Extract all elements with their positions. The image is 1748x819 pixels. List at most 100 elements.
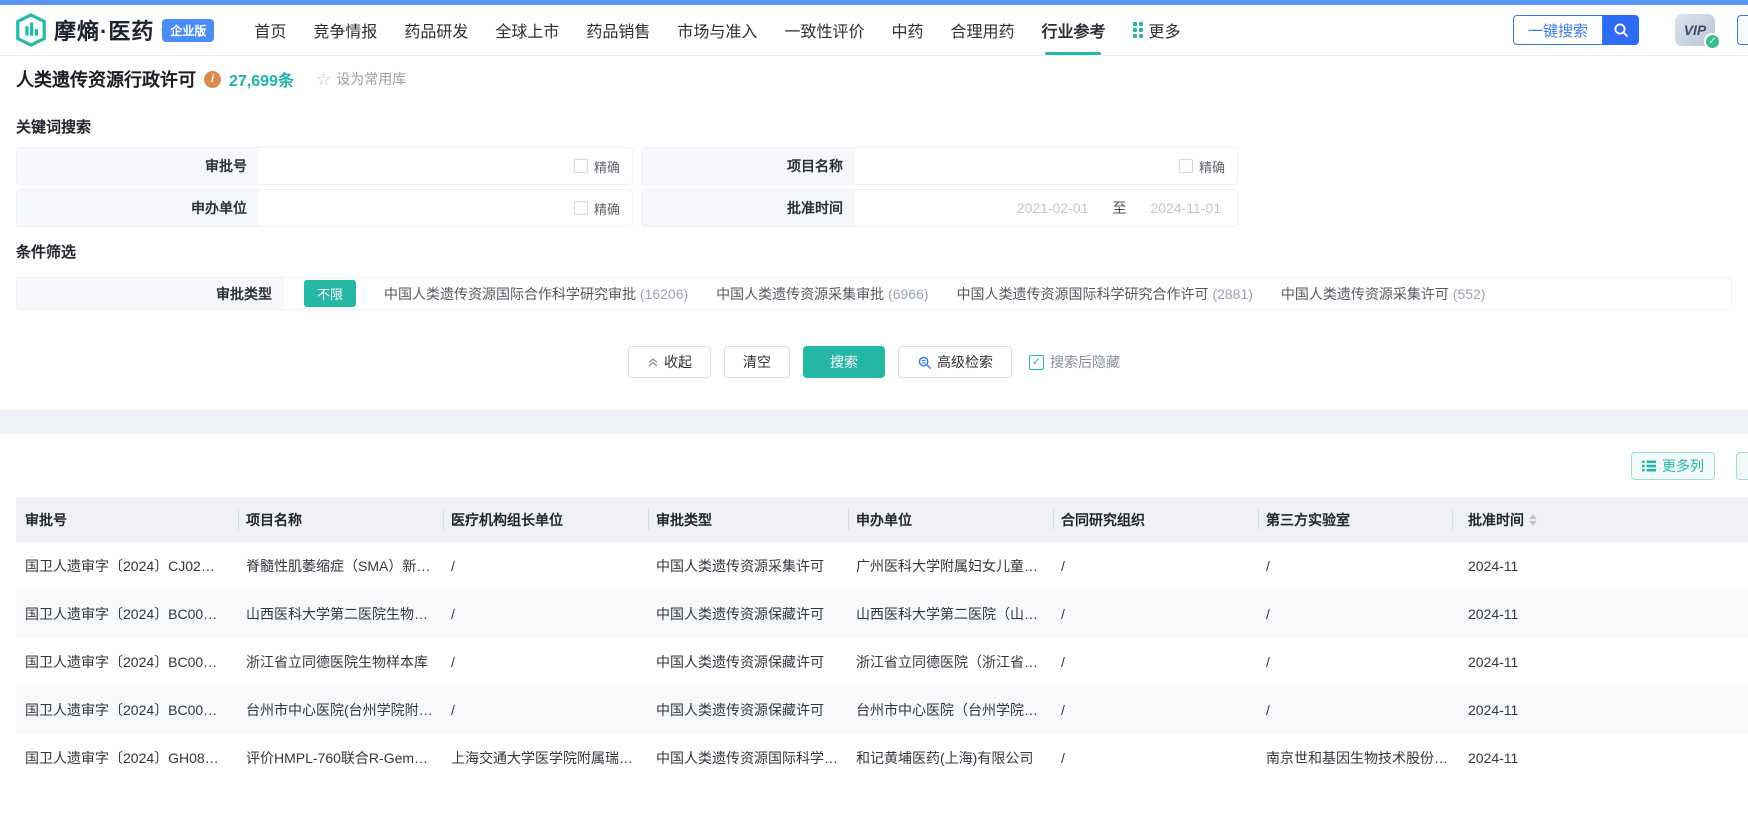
cell-cro: /: [1053, 542, 1258, 590]
nav-item-tcm[interactable]: 中药: [891, 5, 923, 55]
set-favorite[interactable]: ☆ 设为常用库: [316, 69, 406, 89]
exact-label: 精确: [594, 157, 620, 176]
page-title: 人类遗传资源行政许可: [16, 66, 196, 92]
nav-item-more[interactable]: 更多: [1133, 5, 1181, 55]
advanced-search-button[interactable]: 高级检索: [898, 346, 1012, 378]
filter-option-all[interactable]: 不限: [304, 280, 356, 307]
clear-button[interactable]: 清空: [724, 346, 790, 378]
approval-type-label: 审批类型: [17, 278, 284, 309]
filter-option-count: (16206): [640, 286, 688, 302]
info-icon[interactable]: i: [204, 71, 221, 88]
filter-option-collection-permit[interactable]: 中国人类遗传资源采集许可 (552): [1281, 284, 1486, 304]
more-columns-button[interactable]: 更多列: [1631, 452, 1715, 480]
date-from-value[interactable]: 2021-02-01: [1017, 200, 1089, 216]
cell-approval-date: 2024-11: [1452, 542, 1748, 590]
applicant-exact-checkbox[interactable]: [574, 201, 588, 215]
approval-no-input[interactable]: 精确: [259, 148, 632, 184]
main-nav: 摩熵·医药 企业版 首页 竞争情报 药品研发 全球上市 药品销售 市场与准入 一…: [0, 5, 1748, 56]
table-row[interactable]: 国卫人遗审字〔2024〕GH08… 评价HMPL-760联合R-Gem… 上海交…: [16, 734, 1748, 782]
brand-logo-icon: [14, 13, 48, 47]
filter-option-intl-science-coop-permit[interactable]: 中国人类遗传资源国际科学研究合作许可 (2881): [957, 284, 1253, 304]
keyword-search-title: 关键词搜索: [16, 116, 1732, 137]
nav-item-drug-rd[interactable]: 药品研发: [404, 5, 468, 55]
nav-item-home[interactable]: 首页: [254, 5, 286, 55]
cell-lead-medical-institution: /: [443, 590, 648, 638]
more-columns-label: 更多列: [1662, 456, 1704, 476]
nav-more-label: 更多: [1149, 18, 1181, 42]
search-button[interactable]: 搜索: [803, 346, 885, 378]
approval-no-exact: 精确: [574, 157, 620, 176]
approval-type-filter-row: 审批类型 不限 中国人类遗传资源国际合作科学研究审批 (16206) 中国人类遗…: [16, 277, 1732, 310]
nav-item-industry-reference[interactable]: 行业参考: [1041, 5, 1105, 55]
filter-option-label: 中国人类遗传资源采集审批: [716, 286, 884, 302]
cell-third-party-lab: /: [1258, 542, 1452, 590]
brand-logo[interactable]: 摩熵·医药 企业版: [14, 13, 214, 47]
project-name-exact-checkbox[interactable]: [1179, 159, 1193, 173]
cell-approval-no: 国卫人遗审字〔2024〕GH08…: [16, 734, 238, 782]
vip-badge[interactable]: VIP ✓: [1675, 14, 1715, 46]
header-lead-medical-institution: 医疗机构组长单位: [443, 497, 648, 542]
vip-label: VIP: [1684, 22, 1707, 38]
quick-search: 一键搜索: [1513, 15, 1639, 45]
cell-approval-no: 国卫人遗审字〔2024〕BC00…: [16, 686, 238, 734]
cell-cro: /: [1053, 638, 1258, 686]
approval-date-range-picker[interactable]: 2021-02-01 至 2024-11-01: [855, 190, 1237, 226]
record-count: 27,699条: [229, 67, 294, 91]
cell-approval-date: 2024-11: [1452, 638, 1748, 686]
collapse-label: 收起: [664, 352, 692, 372]
filter-option-intl-coop-research-approval[interactable]: 中国人类遗传资源国际合作科学研究审批 (16206): [384, 284, 688, 304]
hide-after-search-checkbox[interactable]: ✓: [1029, 355, 1044, 370]
hide-after-search-toggle[interactable]: ✓ 搜索后隐藏: [1029, 352, 1120, 372]
cutoff-button-top[interactable]: [1737, 15, 1748, 45]
table-header-row: 审批号 项目名称 医疗机构组长单位 审批类型 申办单位 合同研究组织 第三方实验…: [16, 497, 1748, 542]
exact-label: 精确: [594, 199, 620, 218]
cell-approval-type: 中国人类遗传资源采集许可: [648, 542, 848, 590]
filter-option-count: (552): [1453, 286, 1486, 302]
nav-item-market-access[interactable]: 市场与准入: [677, 5, 757, 55]
nav-items: 首页 竞争情报 药品研发 全球上市 药品销售 市场与准入 一致性评价 中药 合理…: [254, 5, 1180, 55]
nav-item-competitive-intel[interactable]: 竞争情报: [313, 5, 377, 55]
applicant-exact: 精确: [574, 199, 620, 218]
table-row[interactable]: 国卫人遗审字〔2024〕BC00… 浙江省立同德医院生物样本库 / 中国人类遗传…: [16, 638, 1748, 686]
project-name-group: 项目名称 精确: [641, 147, 1238, 185]
cell-third-party-lab: /: [1258, 638, 1452, 686]
page-title-row: 人类遗传资源行政许可 i 27,699条 ☆ 设为常用库: [0, 56, 1748, 102]
table-row[interactable]: 国卫人遗审字〔2024〕BC00… 台州市中心医院(台州学院附… / 中国人类遗…: [16, 686, 1748, 734]
quick-search-button[interactable]: 一键搜索: [1513, 15, 1603, 45]
search-actions: 收起 清空 搜索 高级检索 ✓ 搜索后隐藏: [16, 346, 1732, 378]
search-label: 搜索: [830, 352, 858, 372]
cell-lead-medical-institution: 上海交通大学医学院附属瑞…: [443, 734, 648, 782]
filter-option-collection-approval[interactable]: 中国人类遗传资源采集审批 (6966): [716, 284, 928, 304]
collapse-button[interactable]: 收起: [628, 346, 711, 378]
cell-project-name: 山西医科大学第二医院生物…: [238, 590, 443, 638]
applicant-input[interactable]: 精确: [259, 190, 632, 226]
date-separator: 至: [1112, 198, 1126, 218]
nav-item-consistency-eval[interactable]: 一致性评价: [784, 5, 864, 55]
filter-option-count: (2881): [1212, 286, 1252, 302]
cell-third-party-lab: /: [1258, 686, 1452, 734]
cell-applicant: 浙江省立同德医院（浙江省…: [848, 638, 1053, 686]
table-row[interactable]: 国卫人遗审字〔2024〕CJ02… 脊髓性肌萎缩症（SMA）新… / 中国人类遗…: [16, 542, 1748, 590]
brand-name: 摩熵·医药: [54, 14, 154, 46]
search-icon-button[interactable]: [1603, 15, 1639, 45]
nav-item-global-launch[interactable]: 全球上市: [495, 5, 559, 55]
project-name-input[interactable]: 精确: [855, 148, 1237, 184]
table-row[interactable]: 国卫人遗审字〔2024〕BC00… 山西医科大学第二医院生物… / 中国人类遗传…: [16, 590, 1748, 638]
project-name-label: 项目名称: [642, 148, 855, 184]
filter-option-label: 中国人类遗传资源国际合作科学研究审批: [384, 286, 636, 302]
cell-lead-medical-institution: /: [443, 638, 648, 686]
sort-icon[interactable]: [1529, 514, 1537, 526]
header-cro: 合同研究组织: [1053, 497, 1258, 542]
approval-no-exact-checkbox[interactable]: [574, 159, 588, 173]
cutoff-button-table[interactable]: [1736, 452, 1748, 480]
date-to-value[interactable]: 2024-11-01: [1150, 200, 1221, 216]
header-approval-date[interactable]: 批准时间: [1452, 497, 1748, 542]
cell-approval-no: 国卫人遗审字〔2024〕CJ02…: [16, 542, 238, 590]
cell-applicant: 台州市中心医院（台州学院…: [848, 686, 1053, 734]
header-project-name: 项目名称: [238, 497, 443, 542]
cell-project-name: 评价HMPL-760联合R-Gem…: [238, 734, 443, 782]
nav-item-drug-sales[interactable]: 药品销售: [586, 5, 650, 55]
nav-item-rational-use[interactable]: 合理用药: [950, 5, 1014, 55]
cell-approval-type: 中国人类遗传资源保藏许可: [648, 638, 848, 686]
cell-project-name: 浙江省立同德医院生物样本库: [238, 638, 443, 686]
